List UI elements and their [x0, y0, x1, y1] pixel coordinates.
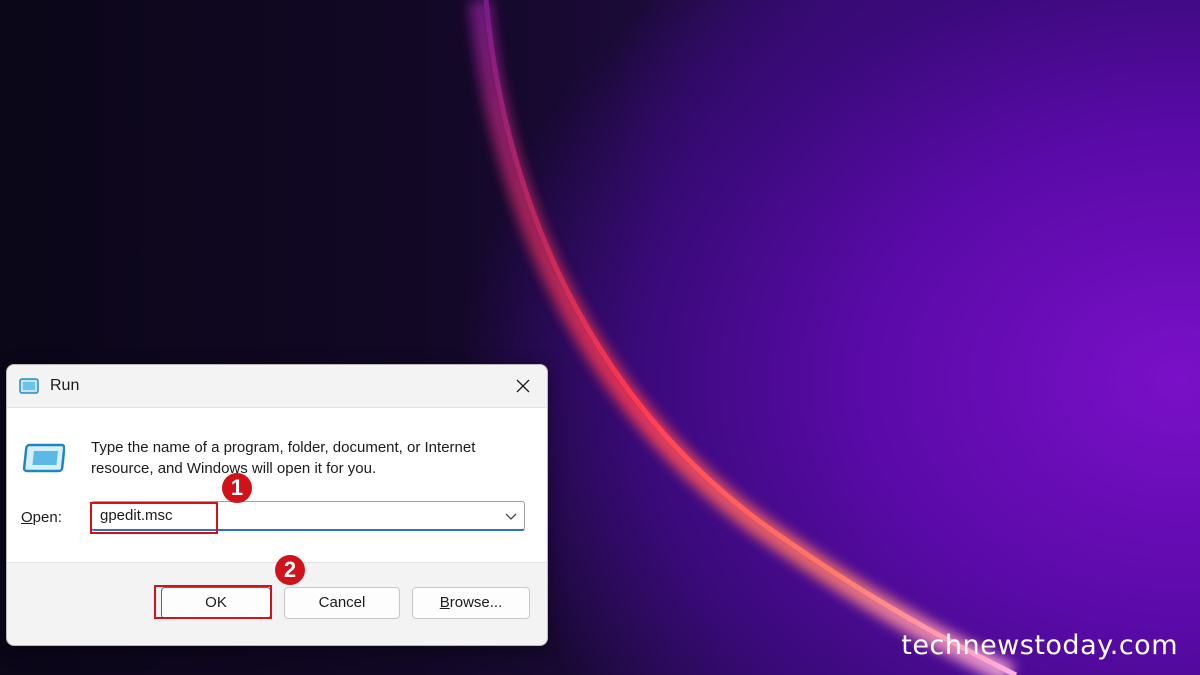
- run-app-icon: [19, 378, 39, 394]
- step-2-badge: 2: [275, 555, 305, 585]
- open-label-accelerator: O: [21, 509, 33, 526]
- close-icon: [516, 379, 530, 393]
- site-watermark: technewstoday.com: [901, 630, 1178, 661]
- open-label: Open:: [21, 509, 62, 526]
- chevron-down-icon[interactable]: [504, 511, 518, 521]
- open-input[interactable]: gpedit.msc: [100, 507, 173, 524]
- browse-button[interactable]: Browse...: [412, 587, 530, 619]
- open-label-text: pen:: [32, 509, 62, 526]
- run-program-icon: [22, 443, 65, 473]
- cancel-button[interactable]: Cancel: [284, 587, 400, 619]
- browse-label: rowse...: [449, 594, 503, 611]
- title-bar[interactable]: Run: [7, 365, 547, 407]
- dialog-description: Type the name of a program, folder, docu…: [91, 439, 476, 477]
- open-combobox[interactable]: gpedit.msc: [91, 501, 525, 531]
- step-1-badge: 1: [222, 473, 252, 503]
- ok-button[interactable]: OK: [161, 587, 271, 619]
- close-button[interactable]: [501, 368, 545, 404]
- run-dialog: Run Type the name of a program, folder, …: [6, 364, 548, 646]
- dialog-content: Type the name of a program, folder, docu…: [7, 407, 547, 563]
- dialog-title: Run: [50, 377, 80, 394]
- browse-accelerator: B: [439, 594, 450, 611]
